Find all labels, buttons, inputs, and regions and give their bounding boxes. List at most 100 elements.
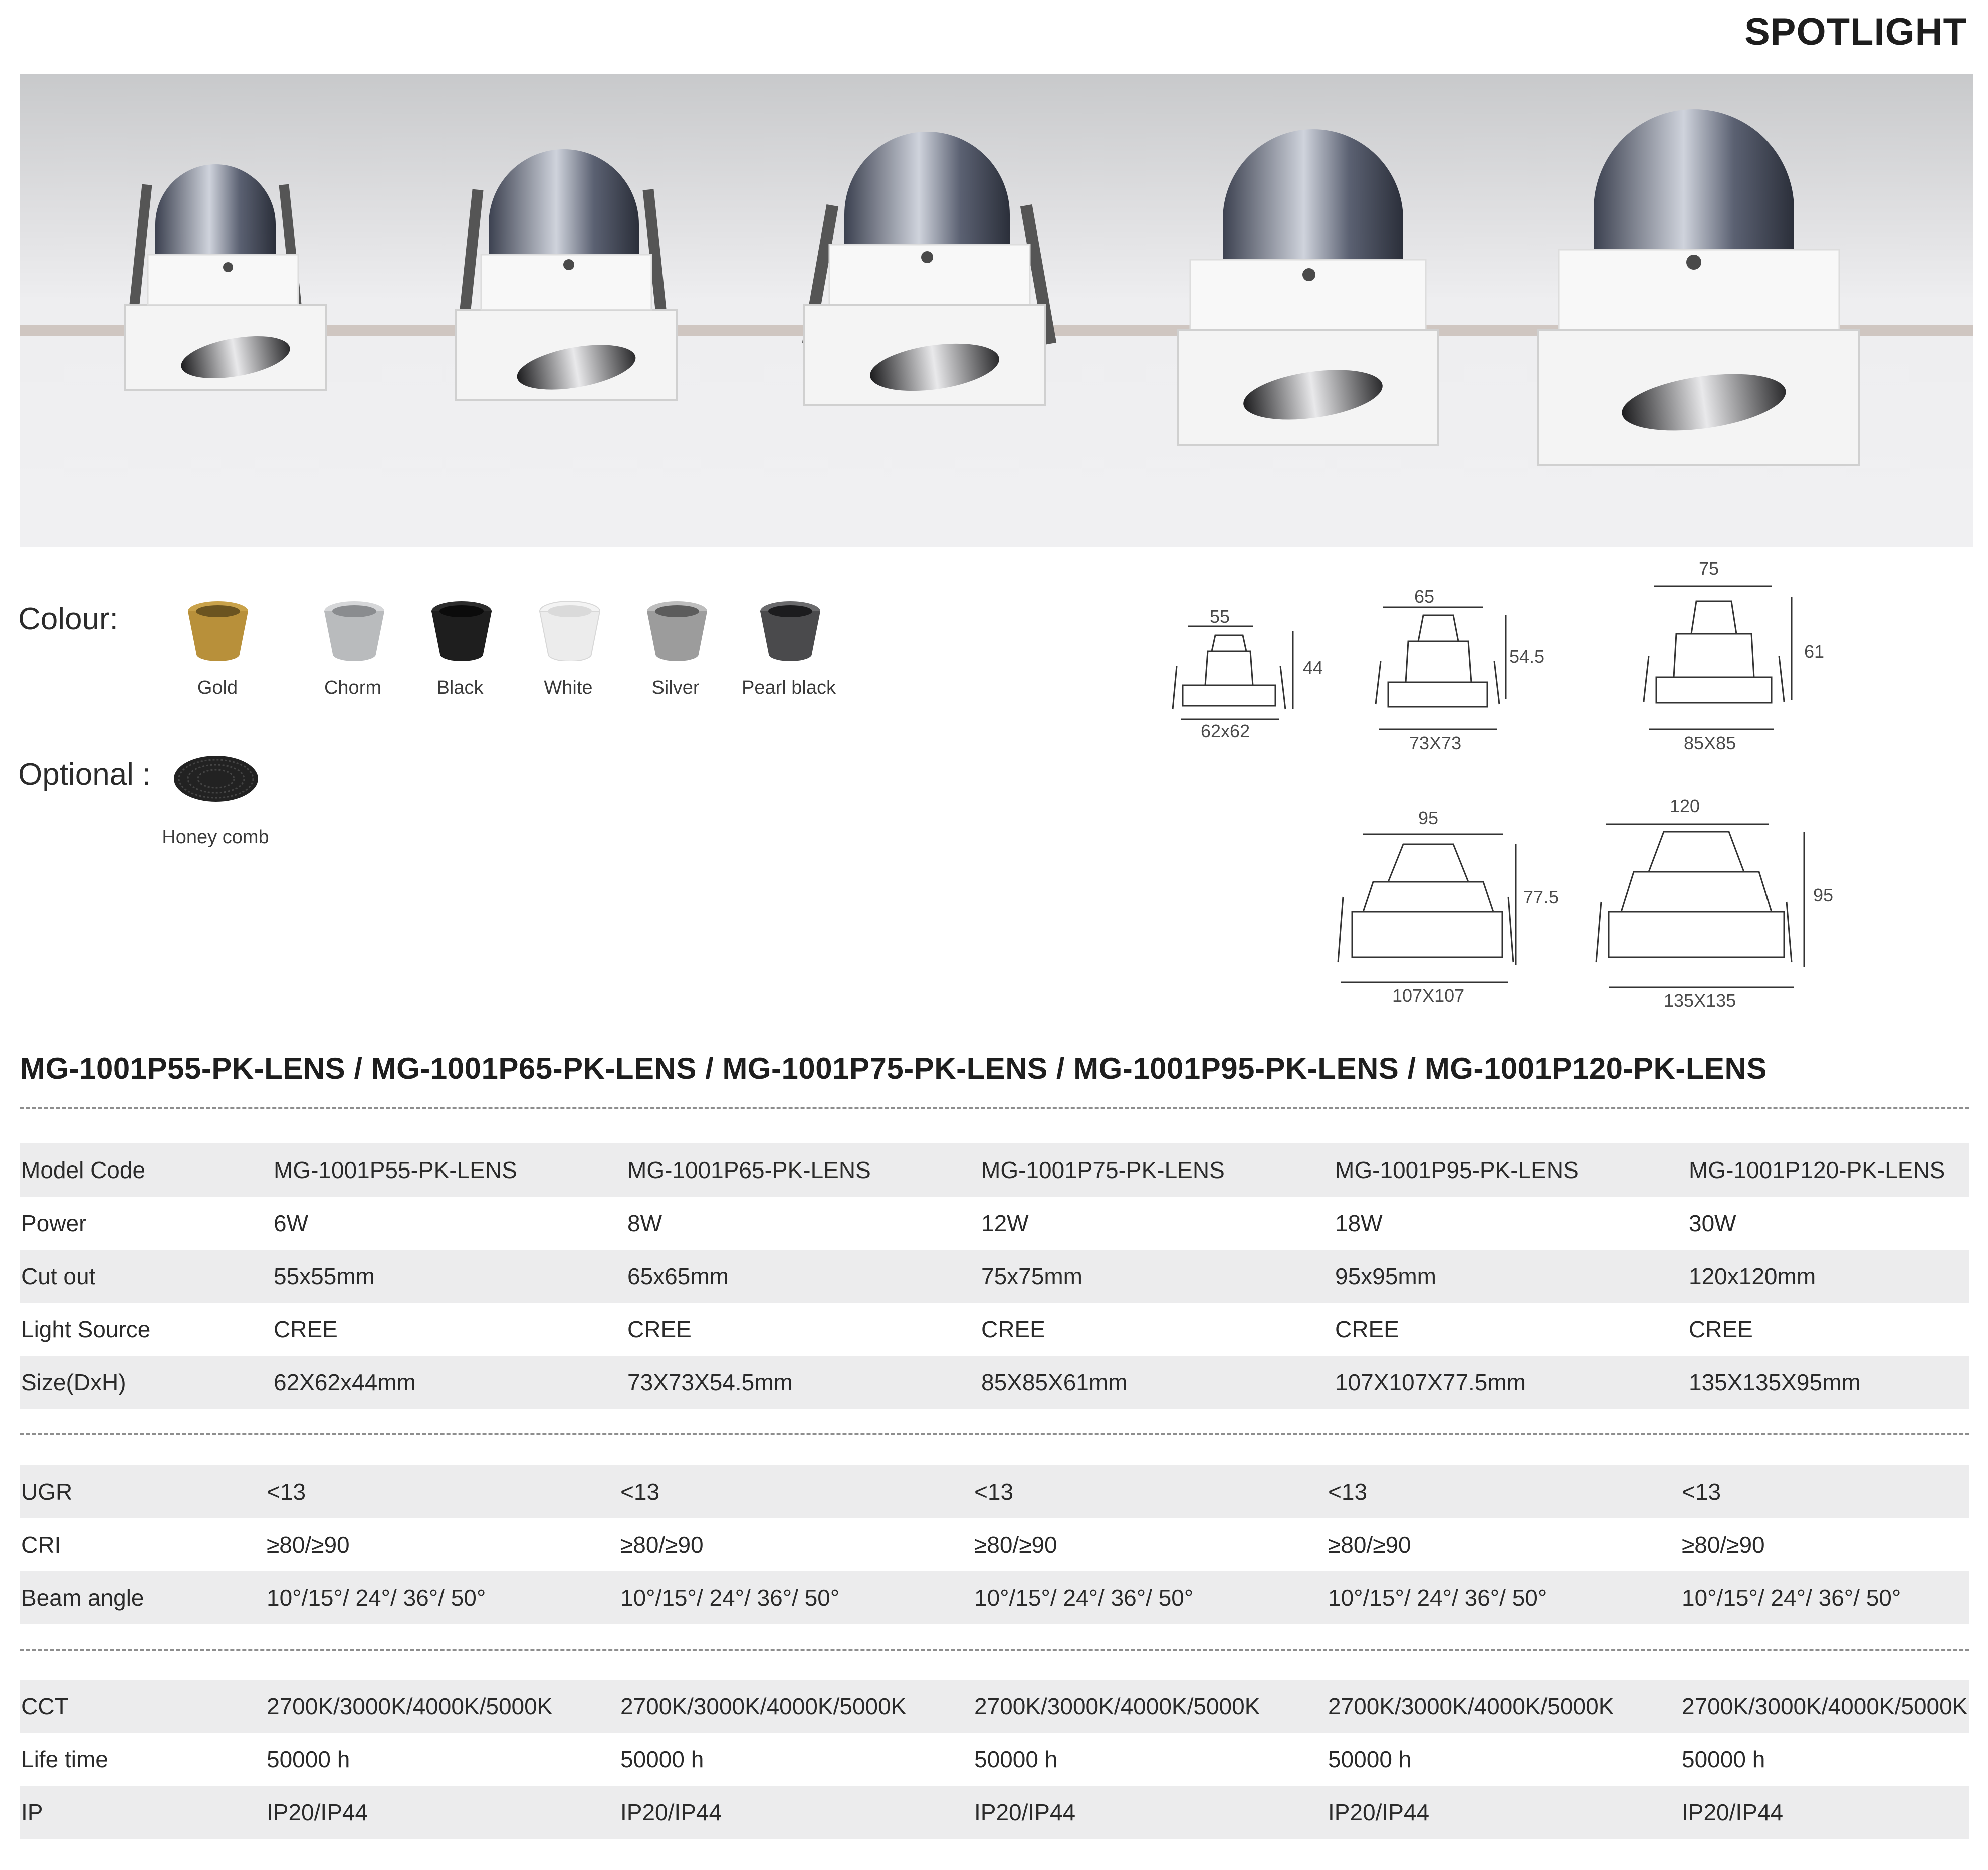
table-cell: ≥80/≥90 [974,1518,1328,1571]
table-cell: IP20/IP44 [974,1786,1328,1839]
table-cell: 50000 h [1328,1733,1682,1786]
table-cell: CREE [274,1303,627,1356]
table-cell: 2700K/3000K/4000K/5000K [1682,1680,1969,1733]
honeycomb-label: Honey comb [162,827,269,848]
row-label: Model Code [20,1143,274,1197]
spec-table-optics: UGR <13 <13 <13 <13 <13 CRI ≥80/≥90 ≥80/… [20,1465,1969,1624]
dim-5-bottom: 135X135 [1664,990,1736,1011]
dimension-drawing-65 [1375,606,1507,730]
dim-1-side: 44 [1303,657,1323,678]
dim-3-top: 75 [1699,558,1719,579]
table-cell: IP20/IP44 [1682,1786,1969,1839]
swatch-gold-icon [188,601,248,661]
row-label: CCT [20,1680,267,1733]
table-cell: CREE [627,1303,981,1356]
table-row: Beam angle 10°/15°/ 24°/ 36°/ 50° 10°/15… [20,1571,1969,1624]
dim-1-top: 55 [1210,606,1230,627]
table-cell: ≥80/≥90 [267,1518,620,1571]
table-cell: 10°/15°/ 24°/ 36°/ 50° [974,1571,1328,1624]
dim-2-top: 65 [1414,586,1435,607]
table-cell: 8W [627,1197,981,1250]
dim-2-bottom: 73X73 [1409,733,1462,753]
page-title: SPOTLIGHT [1744,11,1967,53]
table-row: Model Code MG-1001P55-PK-LENS MG-1001P65… [20,1143,1969,1197]
row-label: Size(DxH) [20,1356,274,1409]
table-cell: 2700K/3000K/4000K/5000K [267,1680,620,1733]
table-cell: 107X107X77.5mm [1335,1356,1689,1409]
table-row: Size(DxH) 62X62x44mm 73X73X54.5mm 85X85X… [20,1356,1969,1409]
table-cell: CREE [1335,1303,1689,1356]
row-label: IP [20,1786,267,1839]
divider [20,1649,1969,1651]
table-cell: <13 [1682,1465,1969,1518]
colour-swatches: Gold Chorm Black White Silver Pearl blac… [151,596,903,712]
dim-1-bottom: 62x62 [1201,721,1250,741]
dim-5-top: 120 [1670,796,1700,816]
swatch-silver-label: Silver [651,677,700,698]
table-cell: 95x95mm [1335,1250,1689,1303]
table-cell: 85X85X61mm [981,1356,1335,1409]
table-row: CCT 2700K/3000K/4000K/5000K 2700K/3000K/… [20,1680,1969,1733]
table-cell: MG-1001P75-PK-LENS [981,1143,1335,1197]
table-row: Life time 50000 h 50000 h 50000 h 50000 … [20,1733,1969,1786]
swatch-chorm-icon [324,601,384,661]
optional-label: Optional : [18,757,151,792]
table-cell: 135X135X95mm [1689,1356,1969,1409]
table-cell: MG-1001P55-PK-LENS [274,1143,627,1197]
dimension-drawings: 55 44 62x62 65 54.5 73X73 75 61 85X85 95… [1153,551,1964,1017]
swatch-pearl-black-icon [760,601,820,661]
table-cell: IP20/IP44 [620,1786,974,1839]
row-label: Life time [20,1733,267,1786]
dim-3-bottom: 85X85 [1684,733,1736,753]
dimension-drawing-75 [1643,585,1793,730]
row-label: Power [20,1197,274,1250]
dim-4-side: 77.5 [1523,887,1559,907]
table-cell: 73X73X54.5mm [627,1356,981,1409]
fixture-95 [1177,129,1439,446]
colour-label: Colour: [18,602,118,636]
table-cell: 12W [981,1197,1335,1250]
table-cell: 75x75mm [981,1250,1335,1303]
dimension-drawing-95 [1337,833,1517,983]
table-cell: ≥80/≥90 [1328,1518,1682,1571]
dimension-drawing-120 [1595,823,1805,988]
table-row: Cut out 55x55mm 65x65mm 75x75mm 95x95mm … [20,1250,1969,1303]
table-cell: 50000 h [620,1733,974,1786]
divider [20,1107,1969,1109]
table-cell: 6W [274,1197,627,1250]
swatch-white-icon [539,601,600,661]
dim-2-side: 54.5 [1509,646,1545,667]
row-label: Cut out [20,1250,274,1303]
table-row: CRI ≥80/≥90 ≥80/≥90 ≥80/≥90 ≥80/≥90 ≥80/… [20,1518,1969,1571]
fixture-120 [1537,109,1860,466]
row-label: Light Source [20,1303,274,1356]
dim-3-side: 61 [1804,641,1825,662]
table-cell: <13 [1328,1465,1682,1518]
models-heading: MG-1001P55-PK-LENS / MG-1001P65-PK-LENS … [20,1052,1767,1085]
spec-table-lighting: CCT 2700K/3000K/4000K/5000K 2700K/3000K/… [20,1680,1969,1839]
table-row: Light Source CREE CREE CREE CREE CREE [20,1303,1969,1356]
table-cell: 10°/15°/ 24°/ 36°/ 50° [1682,1571,1969,1624]
table-cell: 18W [1335,1197,1689,1250]
table-cell: 10°/15°/ 24°/ 36°/ 50° [267,1571,620,1624]
table-cell: 10°/15°/ 24°/ 36°/ 50° [1328,1571,1682,1624]
dim-4-top: 95 [1418,808,1439,828]
table-cell: 10°/15°/ 24°/ 36°/ 50° [620,1571,974,1624]
swatch-black-icon [431,601,492,661]
spec-table-general: Model Code MG-1001P55-PK-LENS MG-1001P65… [20,1143,1969,1409]
table-cell: MG-1001P65-PK-LENS [627,1143,981,1197]
table-cell: MG-1001P95-PK-LENS [1335,1143,1689,1197]
table-row: UGR <13 <13 <13 <13 <13 [20,1465,1969,1518]
table-cell: 50000 h [1682,1733,1969,1786]
table-cell: 2700K/3000K/4000K/5000K [620,1680,974,1733]
table-cell: <13 [267,1465,620,1518]
swatch-pearl-black-label: Pearl black [742,677,836,698]
table-cell: 65x65mm [627,1250,981,1303]
fixture-75 [802,132,1057,406]
dim-4-bottom: 107X107 [1392,985,1465,1006]
table-cell: CREE [1689,1303,1969,1356]
honeycomb-icon [174,756,258,802]
table-cell: 2700K/3000K/4000K/5000K [1328,1680,1682,1733]
table-cell: <13 [620,1465,974,1518]
table-cell: 50000 h [267,1733,620,1786]
